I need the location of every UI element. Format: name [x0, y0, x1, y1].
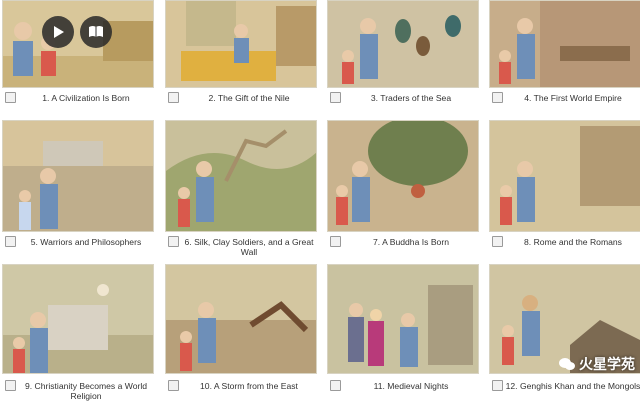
episode-checkbox[interactable] — [330, 92, 341, 103]
episode-title: 9. Christianity Becomes a World Religion — [24, 381, 148, 401]
book-icon — [89, 26, 103, 37]
episode-thumbnail[interactable] — [165, 0, 317, 88]
thumbnail-illustration — [490, 121, 640, 231]
episode-checkbox[interactable] — [492, 380, 503, 391]
episode-thumbnail[interactable] — [165, 120, 317, 232]
episode-card-3[interactable]: 3. Traders of the Sea — [327, 0, 479, 130]
episode-card-12[interactable]: 火星学苑 12. Genghis Khan and the Mongols — [489, 264, 640, 394]
episode-card-6[interactable]: 6. Silk, Clay Soldiers, and a Great Wall — [165, 120, 317, 257]
episode-checkbox[interactable] — [492, 92, 503, 103]
episode-checkbox[interactable] — [5, 380, 16, 391]
episode-checkbox[interactable] — [168, 92, 179, 103]
episode-title: 8. Rome and the Romans — [524, 237, 622, 247]
episode-thumbnail[interactable] — [327, 120, 479, 232]
episode-thumbnail[interactable] — [2, 120, 154, 232]
episode-card-8[interactable]: 8. Rome and the Romans — [489, 120, 640, 250]
thumbnail-illustration — [166, 121, 316, 231]
play-icon — [54, 26, 64, 38]
thumbnail-illustration — [490, 1, 640, 87]
episode-card-5[interactable]: 5. Warriors and Philosophers — [2, 120, 154, 250]
watermark: 火星学苑 — [559, 354, 635, 374]
thumbnail-illustration — [328, 1, 478, 87]
thumbnail-illustration — [166, 1, 316, 87]
media-controls — [42, 16, 112, 48]
episode-title: 2. The Gift of the Nile — [208, 93, 290, 103]
episode-card-1[interactable]: 1. A Civilization Is Born — [2, 0, 154, 130]
episode-thumbnail[interactable] — [489, 0, 640, 88]
episode-checkbox[interactable] — [330, 236, 341, 247]
thumbnail-illustration — [166, 265, 316, 373]
episode-checkbox[interactable] — [5, 236, 16, 247]
thumbnail-illustration — [328, 121, 478, 231]
episode-thumbnail[interactable] — [489, 120, 640, 232]
episode-card-4[interactable]: 4. The First World Empire — [489, 0, 640, 130]
episode-title: 11. Medieval Nights — [373, 381, 449, 391]
thumbnail-illustration — [3, 121, 153, 231]
read-button[interactable] — [80, 16, 112, 48]
episode-checkbox[interactable] — [492, 236, 503, 247]
episode-thumbnail[interactable] — [327, 0, 479, 88]
episode-title: 1. A Civilization Is Born — [42, 93, 130, 103]
episode-title: 5. Warriors and Philosophers — [30, 237, 142, 247]
episode-card-10[interactable]: 10. A Storm from the East — [165, 264, 317, 394]
episode-card-2[interactable]: 2. The Gift of the Nile — [165, 0, 317, 130]
episode-grid: 1. A Civilization Is Born 2. The Gift of… — [0, 0, 640, 406]
episode-thumbnail[interactable] — [2, 264, 154, 374]
episode-checkbox[interactable] — [330, 380, 341, 391]
watermark-text: 火星学苑 — [579, 356, 635, 372]
thumbnail-illustration — [328, 265, 478, 373]
episode-title: 4. The First World Empire — [524, 93, 622, 103]
episode-title: 10. A Storm from the East — [200, 381, 298, 391]
episode-checkbox[interactable] — [168, 236, 179, 247]
episode-card-9[interactable]: 9. Christianity Becomes a World Religion — [2, 264, 154, 401]
episode-checkbox[interactable] — [5, 92, 16, 103]
episode-thumbnail[interactable] — [165, 264, 317, 374]
episode-title: 6. Silk, Clay Soldiers, and a Great Wall — [184, 237, 314, 257]
episode-title: 3. Traders of the Sea — [370, 93, 452, 103]
episode-title: 7. A Buddha Is Born — [373, 237, 449, 247]
episode-card-7[interactable]: 7. A Buddha Is Born — [327, 120, 479, 250]
play-button[interactable] — [42, 16, 74, 48]
episode-card-11[interactable]: 11. Medieval Nights — [327, 264, 479, 394]
wechat-logo-icon — [559, 358, 575, 370]
episode-thumbnail[interactable] — [327, 264, 479, 374]
episode-checkbox[interactable] — [168, 380, 179, 391]
thumbnail-illustration — [3, 265, 153, 373]
episode-title: 12. Genghis Khan and the Mongols — [505, 381, 640, 391]
